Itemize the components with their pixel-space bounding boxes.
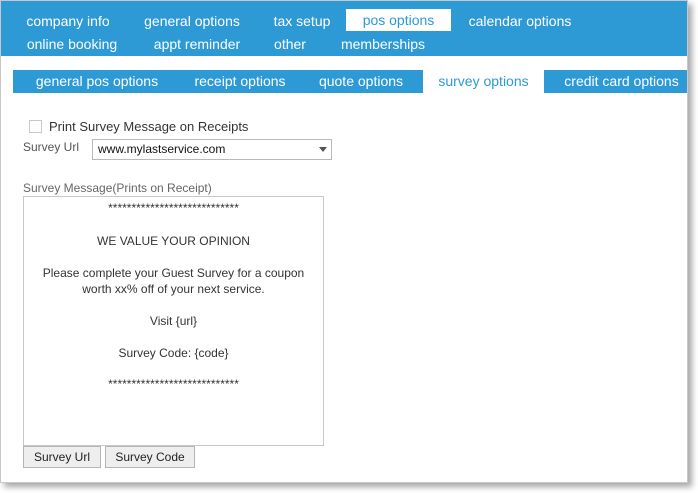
message-line: Survey Code: {code} — [118, 346, 229, 360]
tab-general-options[interactable]: general options — [132, 10, 252, 32]
message-line: **************************** — [108, 377, 239, 391]
survey-code-button[interactable]: Survey Code — [105, 446, 195, 468]
tab-online-booking[interactable]: online booking — [13, 33, 131, 55]
tab-survey-options[interactable]: survey options — [423, 70, 544, 93]
top-tab-bar: company info general options tax setup p… — [1, 1, 687, 56]
message-line: worth xx% off of your next service. — [82, 282, 265, 296]
tab-pos-options[interactable]: pos options — [346, 9, 451, 31]
survey-url-value: www.mylastservice.com — [98, 142, 226, 156]
tab-quote-options[interactable]: quote options — [309, 70, 413, 93]
message-line: WE VALUE YOUR OPINION — [97, 234, 250, 248]
print-survey-checkbox-label: Print Survey Message on Receipts — [49, 119, 249, 134]
chevron-down-icon[interactable] — [319, 147, 327, 152]
tab-receipt-options[interactable]: receipt options — [181, 70, 299, 93]
message-line: Please complete your Guest Survey for a … — [42, 266, 305, 280]
survey-message-textarea[interactable]: **************************** WE VALUE YO… — [23, 196, 324, 446]
survey-url-label: Survey Url — [23, 140, 80, 154]
message-line: Visit {url} — [149, 314, 198, 328]
tab-tax-setup[interactable]: tax setup — [262, 10, 342, 32]
tab-company-info[interactable]: company info — [13, 10, 123, 32]
message-line: **************************** — [108, 201, 239, 215]
survey-url-select[interactable]: www.mylastservice.com — [92, 139, 332, 160]
tab-general-pos-options[interactable]: general pos options — [23, 70, 171, 93]
tab-memberships[interactable]: memberships — [333, 33, 433, 55]
survey-message-label: Survey Message(Prints on Receipt) — [23, 181, 212, 195]
tab-other[interactable]: other — [263, 33, 317, 55]
tab-appt-reminder[interactable]: appt reminder — [143, 33, 251, 55]
tab-calendar-options[interactable]: calendar options — [459, 10, 581, 32]
print-survey-checkbox[interactable] — [29, 120, 42, 133]
survey-url-button[interactable]: Survey Url — [23, 446, 101, 468]
sub-tab-bar: general pos options receipt options quot… — [13, 70, 687, 93]
settings-window: company info general options tax setup p… — [0, 0, 688, 483]
tab-credit-card-options[interactable]: credit card options — [556, 70, 687, 93]
